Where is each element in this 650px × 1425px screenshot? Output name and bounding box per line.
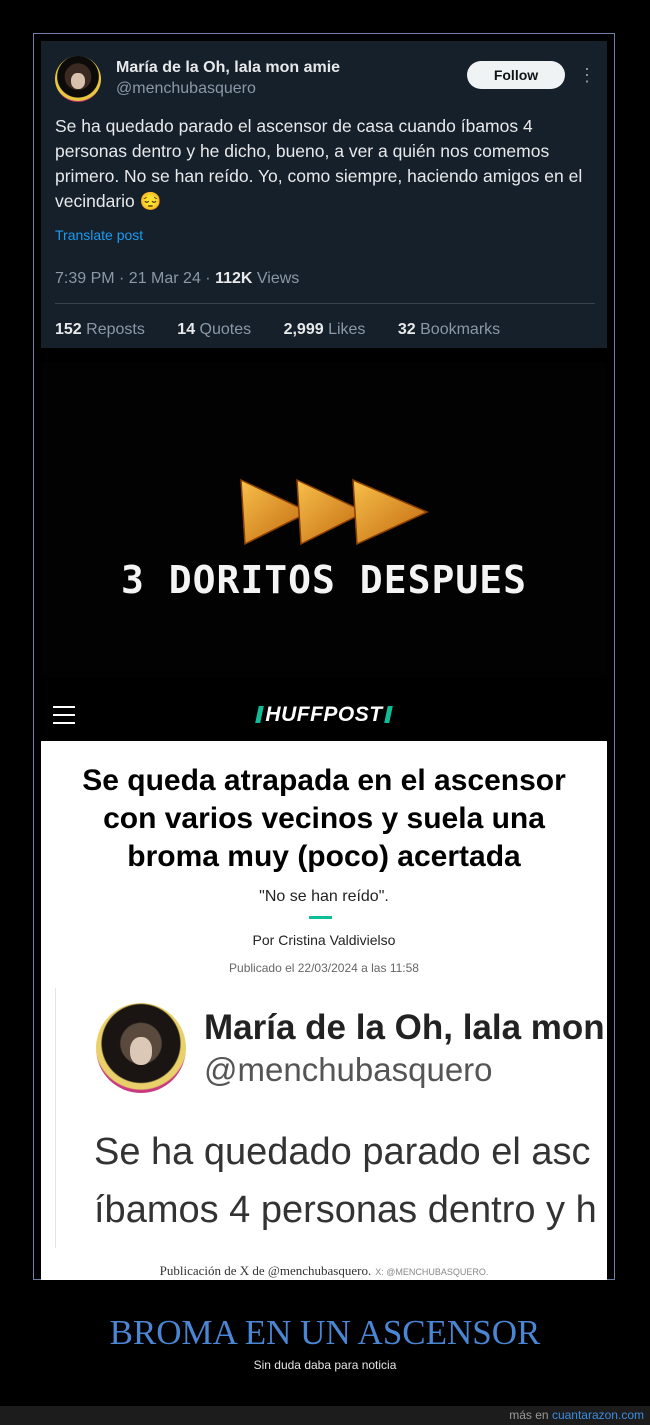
dorito-chip xyxy=(352,478,429,546)
article-date: Publicado el 22/03/2024 a las 11:58 xyxy=(229,961,419,975)
stat-count: 2,999 xyxy=(283,321,324,338)
embedded-tweet-image: María de la Oh, lala mon a @menchubasque… xyxy=(55,988,607,1248)
stat-quotes[interactable]: 14 Quotes xyxy=(177,321,265,338)
views-label: Views xyxy=(252,270,300,287)
stat-count: 32 xyxy=(397,321,416,338)
more-on-site: más en cuantarazon.com xyxy=(509,1408,644,1422)
huffpost-article: HUFFPOST Se queda atrapada en el ascenso… xyxy=(41,690,607,1280)
stat-likes[interactable]: 2,999 Likes xyxy=(284,321,380,338)
article-author[interactable]: Por Cristina Valdivielso xyxy=(41,932,607,948)
stat-label: Likes xyxy=(323,321,366,338)
embed-avatar-face xyxy=(130,1037,152,1065)
stat-label: Quotes xyxy=(195,321,252,338)
stat-count: 152 xyxy=(55,321,82,338)
embed-text-line: Se ha quedado parado el asc xyxy=(94,1131,591,1173)
author-handle[interactable]: @menchubasquero xyxy=(116,80,256,98)
embed-avatar xyxy=(96,1003,186,1093)
post-title[interactable]: BROMA EN UN ASCENSOR xyxy=(0,1313,650,1353)
more-options-icon[interactable]: ⋮ xyxy=(578,63,596,87)
views-count: 112K xyxy=(215,270,253,287)
stat-bookmarks[interactable]: 32 Bookmarks xyxy=(398,321,514,338)
divider xyxy=(55,303,595,304)
tweet-text: Se ha quedado parado el ascensor de casa… xyxy=(55,116,583,211)
article-subtitle: "No se han reído". xyxy=(259,888,389,905)
tweet-timestamp[interactable]: 7:39 PM · 21 Mar 24 · xyxy=(55,270,215,287)
site-footer-bar: más en cuantarazon.com xyxy=(0,1406,650,1425)
more-prefix: más en xyxy=(509,1408,552,1422)
stat-label: Reposts xyxy=(81,321,145,338)
stat-label: Bookmarks xyxy=(415,321,501,338)
stat-count: 14 xyxy=(177,321,196,338)
caption-credit: X: @MENCHUBASQUERO. xyxy=(375,1267,489,1277)
image-caption: Publicación de X de @menchubasquero. X: @… xyxy=(41,1263,607,1279)
follow-button[interactable]: Follow xyxy=(467,61,565,89)
article-headline: Se queda atrapada en el ascensor con var… xyxy=(82,764,566,873)
doritos-chips-image xyxy=(240,478,429,546)
site-header: HUFFPOST xyxy=(41,690,607,741)
doritos-panel: 3 DORITOS DESPUES xyxy=(41,362,607,677)
doritos-caption: 3 DORITOS DESPUES xyxy=(121,558,527,602)
embed-text-line: íbamos 4 personas dentro y h xyxy=(94,1189,597,1231)
logo-text: HUFFPOST xyxy=(265,703,383,726)
tweet-meta: 7:39 PM · 21 Mar 24 · 112K Views xyxy=(55,270,299,288)
avatar[interactable] xyxy=(55,56,101,102)
huffpost-logo[interactable]: HUFFPOST xyxy=(41,703,607,727)
embed-author-name: María de la Oh, lala mon a xyxy=(204,1008,607,1047)
tweet-card: María de la Oh, lala mon amie @menchubas… xyxy=(41,41,607,348)
stat-reposts[interactable]: 152 Reposts xyxy=(55,321,159,338)
embed-handle: @menchubasquero xyxy=(204,1051,493,1088)
translate-link[interactable]: Translate post xyxy=(55,227,143,243)
site-link[interactable]: cuantarazon.com xyxy=(552,1408,644,1422)
post-subtitle: Sin duda daba para noticia xyxy=(253,1358,397,1372)
caption-text: Publicación de X de @menchubasquero. xyxy=(159,1263,372,1278)
accent-line xyxy=(309,916,332,919)
avatar-face xyxy=(71,73,85,89)
author-name[interactable]: María de la Oh, lala mon amie xyxy=(116,59,340,77)
engagement-stats: 152 Reposts 14 Quotes 2,999 Likes 32 Boo… xyxy=(55,321,528,339)
